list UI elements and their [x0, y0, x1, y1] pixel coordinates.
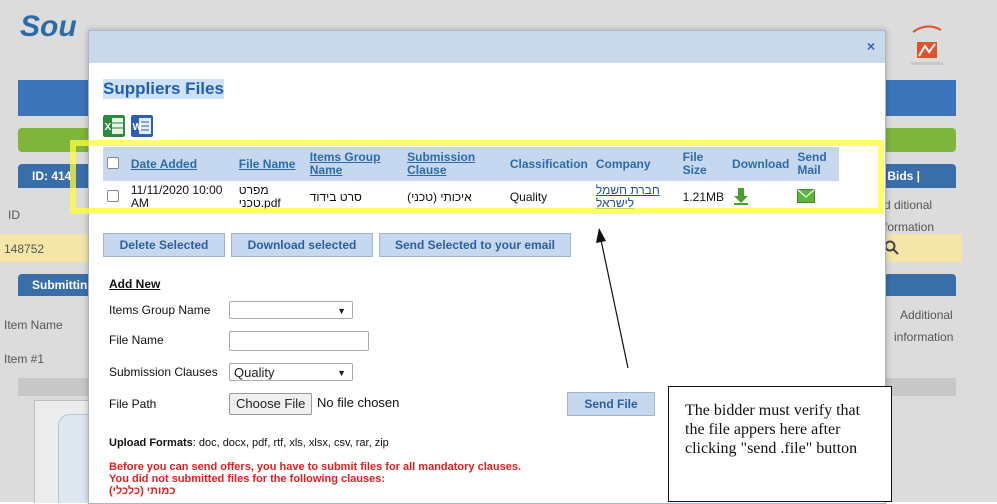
annotation-note: The bidder must verify that the file app…: [668, 386, 892, 502]
